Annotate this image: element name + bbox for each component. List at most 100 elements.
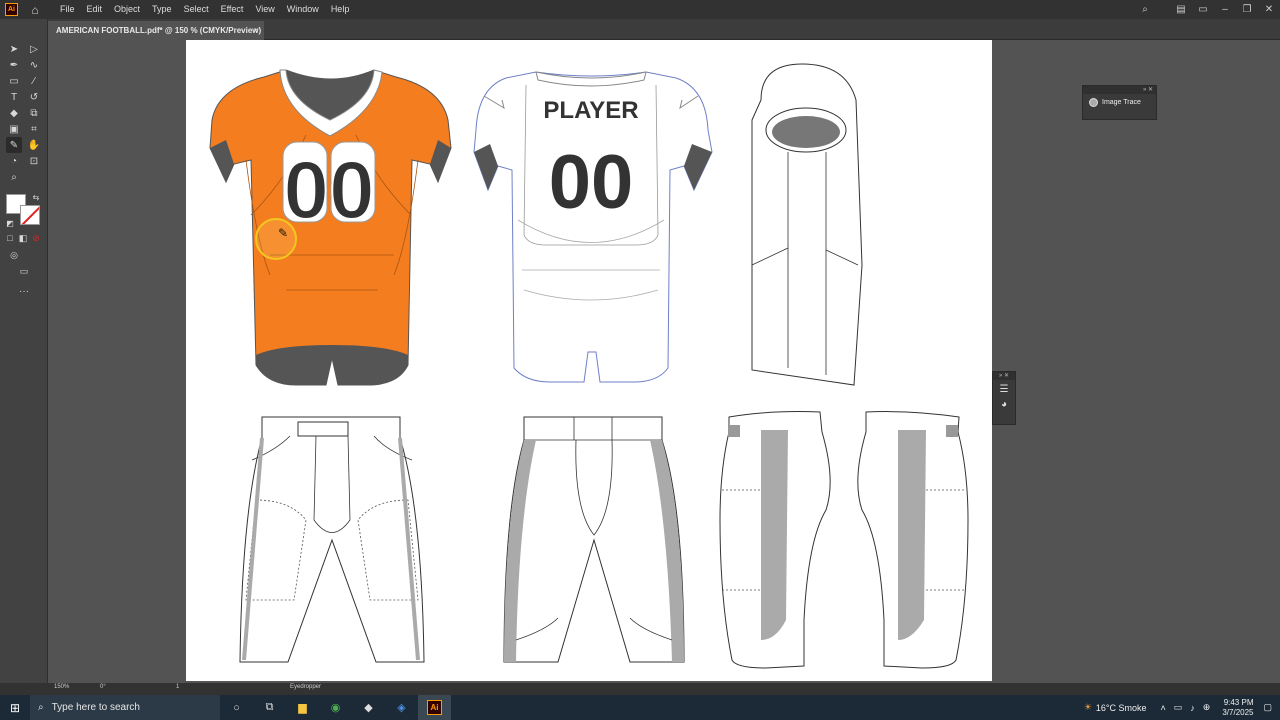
maximize-icon[interactable]: ❐: [1236, 4, 1258, 15]
rectangle-tool-icon[interactable]: ▭: [6, 73, 22, 89]
image-trace-icon: [1089, 98, 1098, 107]
cortana-icon[interactable]: ○: [220, 695, 253, 720]
image-trace-panel: » ✕ Image Trace: [1082, 85, 1157, 120]
front-jersey-number: 00: [283, 145, 374, 236]
zoom-tool-icon[interactable]: ⌕: [6, 169, 22, 185]
default-colors-icon[interactable]: ◩: [2, 215, 18, 231]
file-explorer-icon[interactable]: ▆: [286, 695, 319, 720]
menu-select[interactable]: Select: [178, 0, 215, 19]
search-icon: ⌕: [38, 702, 44, 713]
minimize-icon[interactable]: –: [1214, 4, 1236, 15]
none-mode-icon[interactable]: ⊘: [28, 230, 44, 246]
canvas-area[interactable]: 00 PLAYER 00: [48, 40, 1280, 683]
current-tool-label: Eyedropper: [290, 684, 322, 690]
rotation-value[interactable]: 0°: [100, 684, 106, 690]
side-pants-left[interactable]: [719, 411, 831, 669]
illustrator-taskbar-icon: Ai: [427, 700, 442, 715]
volume-icon[interactable]: ♪: [1190, 703, 1195, 713]
screen-mode-icon[interactable]: ▭: [16, 263, 32, 279]
menu-edit[interactable]: Edit: [81, 0, 109, 19]
dock-collapse-icon[interactable]: »: [999, 373, 1002, 379]
zoom-level[interactable]: 150%: [54, 684, 69, 690]
layers-menu-icon[interactable]: ☰: [993, 384, 1015, 395]
chrome-icon[interactable]: ◉: [319, 695, 352, 720]
curvature-tool-icon[interactable]: ∿: [26, 57, 42, 73]
tools-panel: ➤ ▷ ✒ ∿ ▭ ⁄ T ↺ ◆ ⧉ ▣ ⌗ ✎ ✋ ◔ ⊡ ⌕ ⇆ ◩ □ …: [0, 19, 48, 683]
front-pants[interactable]: [239, 416, 425, 663]
workspace-icon[interactable]: ▤: [1170, 4, 1192, 15]
back-jersey[interactable]: PLAYER 00: [473, 71, 713, 383]
selection-tool-icon[interactable]: ➤: [6, 41, 22, 57]
mesh-tool-icon[interactable]: ⌗: [26, 121, 42, 137]
back-pants[interactable]: [503, 416, 685, 663]
front-jersey[interactable]: 00: [209, 69, 452, 386]
app-icon-dark[interactable]: ◆: [352, 695, 385, 720]
weather-text[interactable]: 16°C Smoke: [1096, 703, 1147, 713]
eraser-tool-icon[interactable]: ◆: [6, 105, 22, 121]
document-tab-bar: AMERICAN FOOTBALL.pdf* @ 150 % (CMYK/Pre…: [48, 19, 1280, 40]
image-trace-button[interactable]: Image Trace: [1089, 98, 1150, 107]
home-icon[interactable]: ⌂: [28, 3, 42, 17]
artboard-tool-icon[interactable]: ⊡: [26, 153, 42, 169]
swap-colors-icon[interactable]: ⇆: [28, 189, 44, 205]
football-uniform-artwork[interactable]: 00 PLAYER 00: [186, 40, 992, 681]
draw-mode-icon[interactable]: ◎: [6, 247, 22, 263]
front-jersey-hem: [256, 345, 408, 385]
menu-object[interactable]: Object: [108, 0, 146, 19]
pen-tool-icon[interactable]: ✒: [6, 57, 22, 73]
taskbar-search[interactable]: ⌕ Type here to search: [30, 695, 220, 720]
task-view-icon[interactable]: ⧉: [253, 695, 286, 720]
document-tab[interactable]: AMERICAN FOOTBALL.pdf* @ 150 % (CMYK/Pre…: [48, 21, 264, 40]
menu-type[interactable]: Type: [146, 0, 178, 19]
window-controls: ⌕ ▤ ▭ – ❐ ✕: [1134, 0, 1280, 19]
menu-list: File Edit Object Type Select Effect View…: [54, 0, 355, 19]
menu-help[interactable]: Help: [325, 0, 356, 19]
side-jersey[interactable]: [751, 63, 863, 386]
clock[interactable]: 9:43 PM 3/7/2025: [1214, 698, 1261, 718]
rotate-tool-icon[interactable]: ↺: [26, 89, 42, 105]
system-tray: ☀ 16°C Smoke ˄ ▭ ♪ ⊕ 9:43 PM 3/7/2025 ▢: [1084, 695, 1280, 720]
menu-window[interactable]: Window: [281, 0, 325, 19]
menu-file[interactable]: File: [54, 0, 81, 19]
blend-tool-icon[interactable]: ✋: [26, 137, 42, 153]
artboard-number[interactable]: 1: [176, 684, 179, 690]
appearance-icon[interactable]: ◕: [993, 399, 1015, 410]
direct-selection-tool-icon[interactable]: ▷: [26, 41, 42, 57]
eyedropper-tool-icon[interactable]: ✎: [6, 137, 22, 153]
dock-close-icon[interactable]: ✕: [1004, 373, 1009, 379]
clock-time: 9:43 PM: [1223, 697, 1254, 707]
status-bar: 150% 0° 1 Eyedropper: [0, 683, 1280, 695]
artboard[interactable]: 00 PLAYER 00: [186, 40, 992, 681]
clock-date: 3/7/2025: [1222, 707, 1254, 717]
shape-builder-icon[interactable]: ◔: [6, 153, 22, 169]
search-icon[interactable]: ⌕: [1134, 4, 1156, 15]
more-tools-icon[interactable]: ···: [16, 283, 32, 299]
collapse-icon[interactable]: »: [1143, 87, 1146, 93]
menu-effect[interactable]: Effect: [215, 0, 250, 19]
close-tab-icon[interactable]: ×: [253, 21, 258, 40]
scale-tool-icon[interactable]: ⧉: [26, 105, 42, 121]
windows-start-icon[interactable]: ⊞: [0, 695, 30, 720]
app-icon-blue[interactable]: ◈: [385, 695, 418, 720]
illustrator-taskbar-button[interactable]: Ai: [418, 695, 451, 720]
tray-expand-icon[interactable]: ˄: [1161, 703, 1166, 713]
illustrator-logo: Ai: [5, 3, 18, 16]
image-trace-label: Image Trace: [1102, 99, 1141, 106]
network-icon[interactable]: ▭: [1174, 702, 1183, 713]
type-tool-icon[interactable]: T: [6, 89, 22, 105]
taskbar-search-placeholder: Type here to search: [51, 702, 140, 713]
language-icon[interactable]: ⊕: [1203, 702, 1211, 713]
gradient-tool-icon[interactable]: ▣: [6, 121, 22, 137]
panel-close-icon[interactable]: ✕: [1148, 87, 1153, 93]
notifications-icon[interactable]: ▢: [1263, 702, 1272, 713]
menu-view[interactable]: View: [249, 0, 280, 19]
paintbrush-tool-icon[interactable]: ⁄: [26, 73, 42, 89]
close-window-icon[interactable]: ✕: [1258, 4, 1280, 15]
back-jersey-name: PLAYER: [543, 97, 638, 124]
weather-icon[interactable]: ☀: [1084, 702, 1092, 713]
window-restore-icon[interactable]: ▭: [1192, 4, 1214, 15]
cursor-highlight: [255, 218, 297, 260]
collapsed-panel-dock: » ✕ ☰ ◕: [992, 371, 1016, 425]
stroke-swatch[interactable]: [20, 205, 40, 225]
side-pants-right[interactable]: [857, 411, 969, 669]
